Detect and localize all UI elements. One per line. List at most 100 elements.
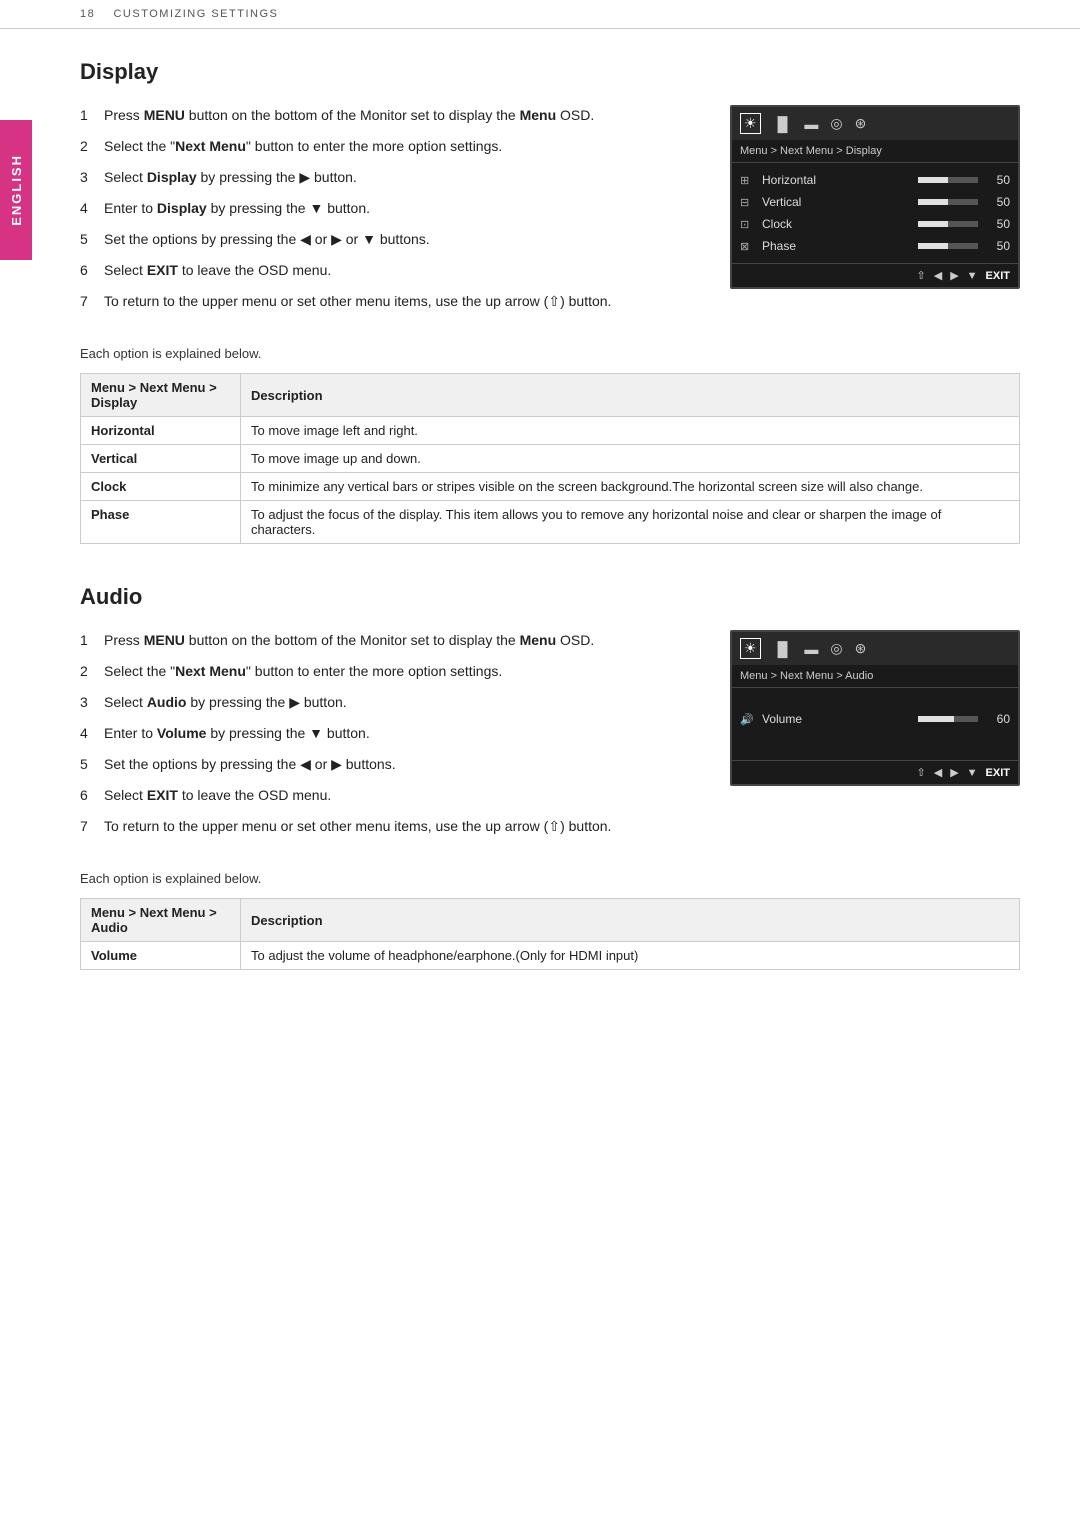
osd-volume-icon: 🔊 <box>740 713 756 726</box>
osd-icon-display: ▬ <box>804 116 818 132</box>
osd-icon-settings: ⊛ <box>855 115 867 132</box>
audio-osd-rows: 🔊 Volume 60 <box>732 688 1018 760</box>
display-row1-col1: Horizontal <box>81 417 241 445</box>
osd-footer-exit: EXIT <box>986 270 1010 282</box>
display-table-col1-header: Menu > Next Menu > Display <box>81 374 241 417</box>
display-osd-box: ☀ ▐▌ ▬ ◎ ⊛ Menu > Next Menu > Display ⊞ … <box>730 105 1020 289</box>
osd-footer-left: ◀ <box>934 269 942 282</box>
audio-osd-screen: ☀ ▐▌ ▬ ◎ ⊛ Menu > Next Menu > Audio 🔊 Vo… <box>730 630 1020 847</box>
audio-step-7: To return to the upper menu or set other… <box>80 816 700 837</box>
display-osd-breadcrumb: Menu > Next Menu > Display <box>732 140 1018 163</box>
display-osd-screen: ☀ ▐▌ ▬ ◎ ⊛ Menu > Next Menu > Display ⊞ … <box>730 105 1020 322</box>
osd-vertical-icon: ⊟ <box>740 196 756 209</box>
audio-steps: Press MENU button on the bottom of the M… <box>80 630 700 847</box>
display-step-5: Set the options by pressing the ◀ or ▶ o… <box>80 229 700 250</box>
osd-top-icons: ☀ ▐▌ ▬ ◎ ⊛ <box>732 107 1018 140</box>
osd-vertical-bar <box>918 199 978 205</box>
side-language-label: ENGLISH <box>0 120 32 260</box>
audio-row1-col2: To adjust the volume of headphone/earpho… <box>241 942 1020 970</box>
audio-osd-footer-right: ▶ <box>950 766 958 779</box>
osd-icon-input: ▐▌ <box>773 116 793 132</box>
audio-osd-icon-brightness: ☀ <box>740 638 761 659</box>
display-steps-list: Press MENU button on the bottom of the M… <box>80 105 700 312</box>
display-row3-col1: Clock <box>81 473 241 501</box>
display-row4-col2: To adjust the focus of the display. This… <box>241 501 1020 544</box>
display-steps: Press MENU button on the bottom of the M… <box>80 105 700 322</box>
display-table-col2-header: Description <box>241 374 1020 417</box>
osd-phase-icon: ⊠ <box>740 240 756 253</box>
audio-row1-col1: Volume <box>81 942 241 970</box>
audio-osd-icon-circle: ◎ <box>830 640 842 657</box>
audio-osd-icon-input: ▐▌ <box>773 641 793 657</box>
audio-step-4: Enter to Volume by pressing the ▼ button… <box>80 723 700 744</box>
osd-vertical-label: Vertical <box>762 195 912 209</box>
audio-osd-footer-exit: EXIT <box>986 767 1010 779</box>
table-row: Phase To adjust the focus of the display… <box>81 501 1020 544</box>
audio-osd-breadcrumb: Menu > Next Menu > Audio <box>732 665 1018 688</box>
audio-osd-box: ☀ ▐▌ ▬ ◎ ⊛ Menu > Next Menu > Audio 🔊 Vo… <box>730 630 1020 786</box>
audio-osd-footer-up: ⇧ <box>917 766 926 779</box>
audio-each-option-text: Each option is explained below. <box>80 871 1020 886</box>
osd-icon-brightness: ☀ <box>740 113 761 134</box>
osd-icon-circle: ◎ <box>830 115 842 132</box>
osd-clock-icon: ⊡ <box>740 218 756 231</box>
display-description-table: Menu > Next Menu > Display Description H… <box>80 373 1020 544</box>
display-step-2: Select the "Next Menu" button to enter t… <box>80 136 700 157</box>
audio-osd-icon-display: ▬ <box>804 641 818 657</box>
osd-footer-up: ⇧ <box>917 269 926 282</box>
page-number: 18 <box>80 8 95 20</box>
audio-osd-icon-settings: ⊛ <box>855 640 867 657</box>
table-row: Horizontal To move image left and right. <box>81 417 1020 445</box>
display-section-body: Press MENU button on the bottom of the M… <box>80 105 1020 322</box>
audio-osd-footer-left: ◀ <box>934 766 942 779</box>
audio-section-body: Press MENU button on the bottom of the M… <box>80 630 1020 847</box>
osd-clock-value: 50 <box>990 217 1010 231</box>
osd-row-phase: ⊠ Phase 50 <box>740 235 1010 257</box>
display-step-4: Enter to Display by pressing the ▼ butto… <box>80 198 700 219</box>
display-row3-col2: To minimize any vertical bars or stripes… <box>241 473 1020 501</box>
osd-vertical-value: 50 <box>990 195 1010 209</box>
audio-table-col2-header: Description <box>241 899 1020 942</box>
audio-step-6: Select EXIT to leave the OSD menu. <box>80 785 700 806</box>
display-osd-footer: ⇧ ◀ ▶ ▼ EXIT <box>732 263 1018 287</box>
table-row: Volume To adjust the volume of headphone… <box>81 942 1020 970</box>
osd-footer-right: ▶ <box>950 269 958 282</box>
display-row1-col2: To move image left and right. <box>241 417 1020 445</box>
display-row4-col1: Phase <box>81 501 241 544</box>
osd-row-horizontal: ⊞ Horizontal 50 <box>740 169 1010 191</box>
audio-osd-top-icons: ☀ ▐▌ ▬ ◎ ⊛ <box>732 632 1018 665</box>
osd-row-clock: ⊡ Clock 50 <box>740 213 1010 235</box>
display-step-6: Select EXIT to leave the OSD menu. <box>80 260 700 281</box>
osd-volume-bar <box>918 716 978 722</box>
display-each-option-text: Each option is explained below. <box>80 346 1020 361</box>
audio-table-col1-header: Menu > Next Menu > Audio <box>81 899 241 942</box>
audio-step-5: Set the options by pressing the ◀ or ▶ b… <box>80 754 700 775</box>
osd-phase-label: Phase <box>762 239 912 253</box>
audio-steps-list: Press MENU button on the bottom of the M… <box>80 630 700 837</box>
osd-volume-value: 60 <box>990 712 1010 726</box>
audio-step-2: Select the "Next Menu" button to enter t… <box>80 661 700 682</box>
osd-clock-label: Clock <box>762 217 912 231</box>
display-row2-col1: Vertical <box>81 445 241 473</box>
osd-phase-bar <box>918 243 978 249</box>
audio-step-3: Select Audio by pressing the ▶ button. <box>80 692 700 713</box>
display-row2-col2: To move image up and down. <box>241 445 1020 473</box>
audio-step-1: Press MENU button on the bottom of the M… <box>80 630 700 651</box>
osd-clock-bar <box>918 221 978 227</box>
display-step-1: Press MENU button on the bottom of the M… <box>80 105 700 126</box>
display-step-7: To return to the upper menu or set other… <box>80 291 700 312</box>
table-row: Vertical To move image up and down. <box>81 445 1020 473</box>
osd-phase-value: 50 <box>990 239 1010 253</box>
osd-volume-label: Volume <box>762 712 912 726</box>
page-header: 18 CUSTOMIZING SETTINGS <box>0 0 1080 29</box>
osd-row-volume: 🔊 Volume 60 <box>740 708 1010 730</box>
section-label: CUSTOMIZING SETTINGS <box>113 8 278 20</box>
audio-osd-footer: ⇧ ◀ ▶ ▼ EXIT <box>732 760 1018 784</box>
table-row: Clock To minimize any vertical bars or s… <box>81 473 1020 501</box>
osd-footer-down: ▼ <box>967 270 978 282</box>
osd-horizontal-bar <box>918 177 978 183</box>
osd-row-vertical: ⊟ Vertical 50 <box>740 191 1010 213</box>
audio-description-table: Menu > Next Menu > Audio Description Vol… <box>80 898 1020 970</box>
display-osd-rows: ⊞ Horizontal 50 ⊟ Vertical 50 ⊡ Clock <box>732 163 1018 263</box>
audio-osd-footer-down: ▼ <box>967 767 978 779</box>
